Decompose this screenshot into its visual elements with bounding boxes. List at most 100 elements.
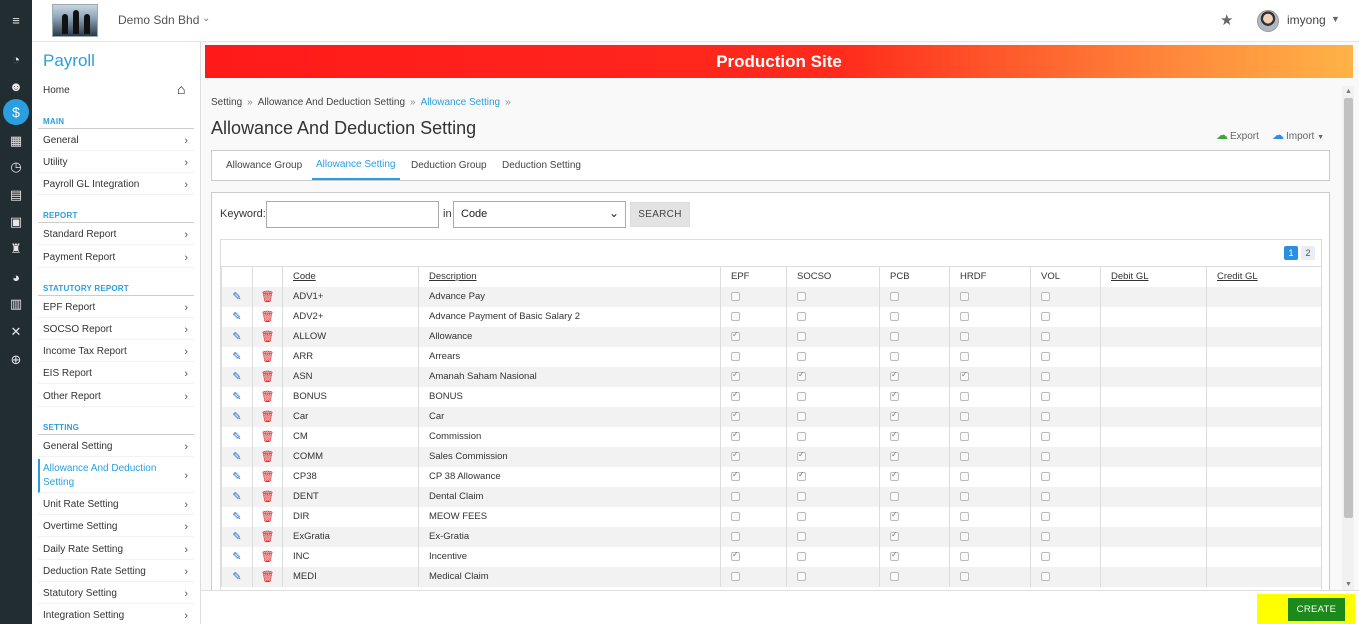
sidebar-item-home[interactable]: Home (43, 85, 70, 96)
edit-cell[interactable]: ✎ (221, 566, 253, 587)
chart-pie-icon[interactable]: ◕ (0, 266, 32, 288)
trash-icon[interactable]: 🗑 (261, 551, 275, 563)
payroll-icon[interactable]: $ (0, 99, 32, 125)
sidebar-item-payment-report[interactable]: Payment Report › (38, 248, 194, 268)
tab-allowance-setting[interactable]: Allowance Setting (312, 151, 400, 180)
user-settings-icon[interactable]: ♜ (0, 238, 32, 260)
employee-icon[interactable]: ☻ (0, 75, 32, 97)
delete-cell[interactable]: 🗑 (252, 446, 283, 467)
create-button[interactable]: CREATE (1288, 598, 1345, 621)
tab-allowance-group[interactable]: Allowance Group (222, 151, 306, 180)
edit-cell[interactable]: ✎ (221, 386, 253, 407)
edit-cell[interactable]: ✎ (221, 326, 253, 347)
trash-icon[interactable]: 🗑 (261, 371, 275, 383)
pencil-icon[interactable]: ✎ (232, 471, 241, 483)
edit-cell[interactable]: ✎ (221, 426, 253, 447)
edit-cell[interactable]: ✎ (221, 446, 253, 467)
delete-cell[interactable]: 🗑 (252, 546, 283, 567)
breadcrumb-item-setting[interactable]: Setting (211, 97, 242, 108)
pencil-icon[interactable]: ✎ (232, 311, 241, 323)
edit-cell[interactable]: ✎ (221, 486, 253, 507)
pencil-icon[interactable]: ✎ (232, 411, 241, 423)
username[interactable]: imyong (1287, 13, 1326, 27)
sidebar-item-utility[interactable]: Utility › (38, 153, 194, 173)
scroll-thumb[interactable] (1344, 98, 1353, 518)
trash-icon[interactable]: 🗑 (261, 331, 275, 343)
hamburger-icon[interactable]: ≡ (0, 9, 32, 31)
import-button[interactable]: ☁ Import ▼ (1272, 128, 1324, 142)
sidebar-item-income-tax-report[interactable]: Income Tax Report › (38, 342, 194, 362)
sidebar-item-general-setting[interactable]: General Setting › (38, 437, 194, 457)
delete-cell[interactable]: 🗑 (252, 526, 283, 547)
document-icon[interactable]: ▤ (0, 184, 32, 206)
pencil-icon[interactable]: ✎ (232, 571, 241, 583)
trash-icon[interactable]: 🗑 (261, 291, 275, 303)
pencil-icon[interactable]: ✎ (232, 351, 241, 363)
trash-icon[interactable]: 🗑 (261, 531, 275, 543)
sidebar-item-allowance-and-deduction-setting[interactable]: Allowance And Deduction Setting › (38, 459, 194, 493)
export-button[interactable]: ☁ Export (1216, 128, 1259, 142)
edit-cell[interactable]: ✎ (221, 546, 253, 567)
sidebar-item-integration-setting[interactable]: Integration Setting › (38, 606, 194, 624)
delete-cell[interactable]: 🗑 (252, 486, 283, 507)
tab-deduction-setting[interactable]: Deduction Setting (498, 151, 585, 180)
sidebar-item-statutory-setting[interactable]: Statutory Setting › (38, 584, 194, 604)
vertical-scrollbar[interactable]: ▲ ▼ (1342, 86, 1354, 590)
sidebar-item-daily-rate-setting[interactable]: Daily Rate Setting › (38, 540, 194, 560)
delete-cell[interactable]: 🗑 (252, 326, 283, 347)
scroll-down-icon[interactable]: ▼ (1345, 581, 1352, 588)
sidebar-item-eis-report[interactable]: EIS Report › (38, 364, 194, 384)
sidebar-item-payroll-gl-integration[interactable]: Payroll GL Integration › (38, 175, 194, 195)
edit-cell[interactable]: ✎ (221, 526, 253, 547)
trash-icon[interactable]: 🗑 (261, 511, 275, 523)
page-2-button[interactable]: 2 (1301, 246, 1315, 260)
edit-cell[interactable]: ✎ (221, 346, 253, 367)
pencil-icon[interactable]: ✎ (232, 551, 241, 563)
pencil-icon[interactable]: ✎ (232, 391, 241, 403)
edit-cell[interactable]: ✎ (221, 286, 253, 307)
delete-cell[interactable]: 🗑 (252, 306, 283, 327)
avatar[interactable] (1257, 10, 1279, 32)
dashboard-icon[interactable]: ◔ (0, 48, 32, 70)
edit-cell[interactable]: ✎ (221, 406, 253, 427)
pencil-icon[interactable]: ✎ (232, 291, 241, 303)
caret-down-icon[interactable]: ▼ (1331, 14, 1340, 24)
breadcrumb-item-current[interactable]: Allowance Setting (421, 97, 501, 108)
delete-cell[interactable]: 🗑 (252, 366, 283, 387)
column-header-debit-gl[interactable]: Debit GL (1100, 266, 1207, 287)
edit-cell[interactable]: ✎ (221, 366, 253, 387)
search-field-select[interactable]: Code ⌄ (453, 201, 626, 228)
trash-icon[interactable]: 🗑 (261, 571, 275, 583)
trash-icon[interactable]: 🗑 (261, 451, 275, 463)
delete-cell[interactable]: 🗑 (252, 406, 283, 427)
trash-icon[interactable]: 🗑 (261, 311, 275, 323)
tab-deduction-group[interactable]: Deduction Group (407, 151, 491, 180)
table-icon[interactable]: ▥ (0, 293, 32, 315)
sidebar-item-other-report[interactable]: Other Report › (38, 387, 194, 407)
edit-cell[interactable]: ✎ (221, 466, 253, 487)
pencil-icon[interactable]: ✎ (232, 531, 241, 543)
sidebar-item-overtime-setting[interactable]: Overtime Setting › (38, 517, 194, 537)
pencil-icon[interactable]: ✎ (232, 371, 241, 383)
sidebar-item-epf-report[interactable]: EPF Report › (38, 298, 194, 318)
upload-circle-icon[interactable]: ⊕ (0, 349, 32, 371)
pencil-icon[interactable]: ✎ (232, 511, 241, 523)
pencil-icon[interactable]: ✎ (232, 451, 241, 463)
sidebar-item-deduction-rate-setting[interactable]: Deduction Rate Setting › (38, 562, 194, 582)
breadcrumb-item-allowance-deduction[interactable]: Allowance And Deduction Setting (258, 97, 405, 108)
delete-cell[interactable]: 🗑 (252, 346, 283, 367)
delete-cell[interactable]: 🗑 (252, 386, 283, 407)
delete-cell[interactable]: 🗑 (252, 426, 283, 447)
trash-icon[interactable]: 🗑 (261, 491, 275, 503)
column-header-description[interactable]: Description (418, 266, 721, 287)
schedule-icon[interactable]: ▣ (0, 211, 32, 233)
page-1-button[interactable]: 1 (1284, 246, 1298, 260)
chevron-down-icon[interactable]: ⌄ (202, 13, 210, 24)
edit-cell[interactable]: ✎ (221, 306, 253, 327)
delete-cell[interactable]: 🗑 (252, 566, 283, 587)
star-icon[interactable]: ★ (1220, 11, 1233, 29)
sidebar-item-standard-report[interactable]: Standard Report › (38, 225, 194, 245)
pencil-icon[interactable]: ✎ (232, 431, 241, 443)
search-button[interactable]: SEARCH (630, 202, 690, 227)
company-name[interactable]: Demo Sdn Bhd (118, 13, 199, 27)
